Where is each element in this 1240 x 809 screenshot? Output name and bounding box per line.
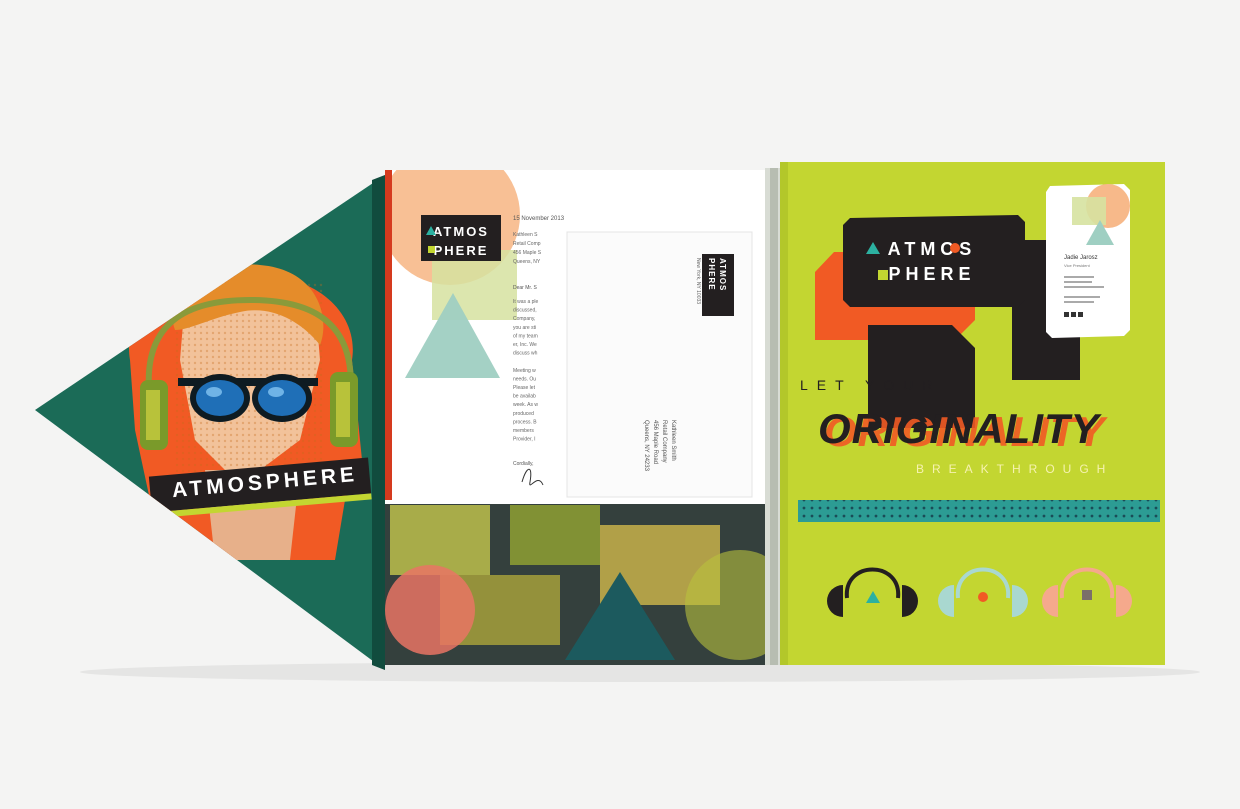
letter-closing: Cordially,	[513, 461, 533, 467]
letterhead-body_lines-line: members	[513, 428, 534, 434]
letterhead-body_lines-line: Company,	[513, 316, 535, 322]
envelope-return-address: New York, NY 10033	[695, 258, 701, 304]
letterhead-recipient_lines-line: Kathleen S	[513, 232, 538, 238]
letterhead-body_lines-line: It was a ple	[513, 299, 539, 305]
folder-pocket	[385, 500, 795, 665]
letterhead-body_lines-line: be availab	[513, 394, 536, 400]
letter-greeting: Dear Mr. S	[513, 285, 538, 291]
headline-main: ORIGINALITY	[818, 405, 1103, 452]
card-title: Vice President	[1064, 263, 1091, 268]
envelope-logo-line2: PHERE	[707, 258, 716, 291]
letterhead-body_lines-line: discussed,	[513, 308, 537, 314]
envelope-recipient-line: Queens, NY 24233	[643, 420, 649, 472]
envelope: ATMOS PHERE New York, NY 10033 Kathleen …	[566, 231, 753, 498]
headline-bottom: BREAKTHROUGH	[916, 462, 1113, 476]
business-card-back: Jadie Jarosz Vice President	[1046, 184, 1130, 338]
envelope-logo-line1: ATMOS	[718, 258, 727, 291]
letterhead-recipient_lines-line: 456 Maple S	[513, 250, 542, 256]
letterhead-body_lines-line: you are sti	[513, 325, 536, 331]
envelope-recipient-line: Kathleen Smith	[670, 420, 676, 461]
letterhead-recipient_lines-line: Retail Comp	[513, 241, 541, 247]
business-card-front: ATMOS PHERE	[843, 215, 1025, 307]
card-logo-line1: ATMOS	[888, 239, 977, 259]
folder-front-cover: ATMOS PHERE Jadie Jarosz Vice President …	[780, 162, 1165, 665]
letterhead-body_lines-line: Meeting w	[513, 368, 536, 374]
letterhead-body_lines-line: er, Inc. We	[513, 342, 537, 348]
folder-photo-scene: ATMOS PHERE 15 November 2013 Kathleen S R…	[35, 162, 1200, 682]
letterhead-body_lines-line: week. As w	[513, 402, 538, 408]
envelope-recipient-line: Retail Company	[661, 420, 667, 463]
card-name: Jadie Jarosz	[1064, 255, 1098, 261]
headline-top: LET YOUR	[800, 377, 942, 393]
letterhead-body_lines-line: needs. Ou	[513, 376, 536, 382]
letterhead-body_lines-line: Please let	[513, 385, 536, 391]
letter-body: It was a ple discussed, Company, you are st…	[513, 299, 539, 443]
letterhead-logo: ATMOS PHERE	[421, 215, 501, 261]
letterhead-logo-line2: PHERE	[434, 243, 489, 258]
letterhead-recipient_lines-line: Queens, NY	[513, 259, 541, 265]
folder-left-flap	[35, 175, 385, 670]
letterhead-body_lines-line: process. B	[513, 419, 537, 425]
letterhead-logo-line1: ATMOS	[433, 224, 489, 239]
letterhead-body_lines-line: of my team	[513, 333, 538, 339]
letterhead-body_lines-line: produced	[513, 411, 534, 417]
letterhead-body_lines-line: Provider, I	[513, 437, 536, 443]
letterhead-body_lines-line: discuss wh	[513, 351, 538, 357]
card-logo-line2: PHERE	[888, 264, 975, 284]
pattern-stripe	[798, 500, 1160, 522]
envelope-recipient-line: 456 Maple Road	[652, 420, 658, 464]
envelope-logo: ATMOS PHERE	[702, 254, 734, 316]
letter-date: 15 November 2013	[513, 216, 565, 222]
